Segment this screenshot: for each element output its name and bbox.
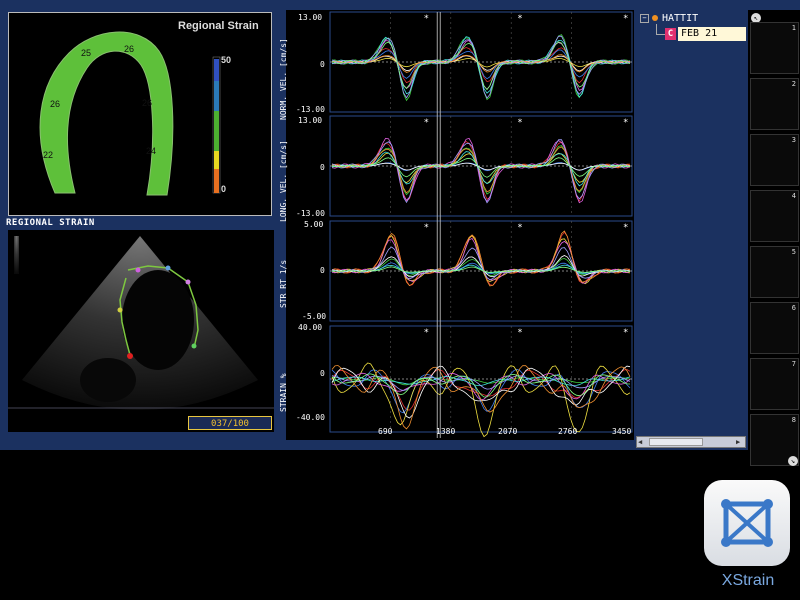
- cycle-marker: *: [517, 328, 522, 338]
- thumbnail[interactable]: 4: [750, 190, 799, 242]
- ytick-min: -13.00: [296, 105, 325, 114]
- ytick-zero: 0: [320, 163, 325, 172]
- waveform-trace: [331, 372, 631, 401]
- thumbnail-strip: ↖ 1 2 3 4 5 6 7 8 ↘: [748, 10, 800, 470]
- thumbnail[interactable]: 7: [750, 358, 799, 410]
- ytick-min: -40.00: [296, 413, 325, 422]
- colorbar-low: [214, 169, 219, 193]
- ytick-zero: 0: [320, 266, 325, 275]
- study-badge: C: [665, 28, 676, 40]
- xtick-label: 1380: [436, 427, 456, 436]
- patient-icon: [652, 15, 658, 21]
- waveform-trace: [331, 230, 631, 287]
- tree-connector: [656, 24, 665, 35]
- study-date[interactable]: FEB 21: [678, 27, 746, 41]
- cycle-marker: *: [517, 14, 522, 24]
- segment-value: 26: [50, 99, 61, 109]
- ylabel-norm-vel: NORM. VEL. [cm/s]: [279, 38, 288, 120]
- thumbnail[interactable]: 2: [750, 78, 799, 130]
- waveform-trace: [331, 137, 631, 204]
- strain-title: Regional Strain: [178, 20, 259, 32]
- segment-value: 25: [81, 48, 92, 58]
- echo-image: [8, 236, 274, 410]
- segment-value: 22: [43, 150, 54, 160]
- colorbar-min-label: 0: [221, 184, 227, 194]
- thumbnail[interactable]: 3: [750, 134, 799, 186]
- regional-strain-panel: [8, 12, 272, 216]
- xtick-label: 3450: [612, 427, 632, 436]
- thumbnail[interactable]: 1: [750, 22, 799, 74]
- ytick-max: 5.00: [304, 220, 324, 229]
- myocardium-shape: [39, 31, 174, 196]
- scroll-right-icon[interactable]: ▶: [736, 438, 744, 446]
- segment-value: 24: [146, 146, 157, 156]
- echo-image-panel[interactable]: [8, 230, 274, 432]
- cycle-marker: *: [623, 223, 628, 233]
- cycle-marker: *: [517, 118, 522, 128]
- ytick-zero: 0: [320, 60, 325, 69]
- xstrain-logo-icon: [721, 499, 773, 547]
- ytick-max: 40.00: [298, 323, 323, 332]
- scroll-thumb[interactable]: [649, 438, 703, 446]
- scroll-down-icon[interactable]: ↘: [788, 456, 798, 466]
- xtick-label: 2070: [498, 427, 518, 436]
- segment-value: 26: [142, 98, 153, 108]
- waveform-trace: [331, 237, 631, 284]
- strain-arc: [39, 31, 221, 196]
- cycle-marker: *: [623, 118, 628, 128]
- patient-tree: [636, 10, 746, 440]
- cycle-marker: *: [623, 14, 628, 24]
- ytick-min: -13.00: [296, 209, 325, 218]
- collapse-icon[interactable]: −: [640, 14, 649, 23]
- cycle-marker: *: [424, 118, 429, 128]
- ytick-max: 13.00: [298, 13, 323, 22]
- colorbar-max-label: 50: [221, 55, 232, 65]
- ylabel-long-vel: LONG. VEL. [cm/s]: [279, 140, 288, 222]
- ytick-zero: 0: [320, 369, 325, 378]
- cycle-marker: *: [424, 14, 429, 24]
- segment-value: 26: [124, 44, 135, 54]
- frame-counter[interactable]: 037/100: [188, 416, 272, 430]
- logo-text: XStrain: [721, 572, 775, 589]
- ytick-max: 13.00: [298, 116, 323, 125]
- cycle-marker: *: [517, 223, 522, 233]
- scroll-left-icon[interactable]: ◀: [638, 438, 646, 446]
- thumbnail[interactable]: 5: [750, 246, 799, 298]
- colorbar-high: [214, 59, 219, 81]
- ytick-min: -5.00: [302, 312, 327, 321]
- velocity-strain-graphs: * * * * * * * * * * * *: [329, 11, 633, 438]
- xstrain-logo: [704, 480, 790, 566]
- ylabel-strain: STRAIN %: [279, 373, 288, 412]
- patient-name[interactable]: HATTIT: [662, 13, 698, 24]
- cycle-marker: *: [623, 328, 628, 338]
- xtick-label: 2760: [558, 427, 578, 436]
- graphs-panel: * * * * * * * * * * * *: [286, 10, 634, 440]
- cycle-marker: *: [424, 328, 429, 338]
- panel-label-regional-strain: REGIONAL STRAIN: [6, 218, 95, 228]
- thumbnail[interactable]: 6: [750, 302, 799, 354]
- waveform-trace: [331, 162, 631, 172]
- xtick-label: 690: [378, 427, 393, 436]
- cycle-marker: *: [424, 223, 429, 233]
- ylabel-strain-rate: STR RT 1/s: [279, 259, 288, 308]
- tree-hscroll[interactable]: ◀ ▶: [636, 436, 746, 448]
- grayscale-bar: [14, 236, 19, 274]
